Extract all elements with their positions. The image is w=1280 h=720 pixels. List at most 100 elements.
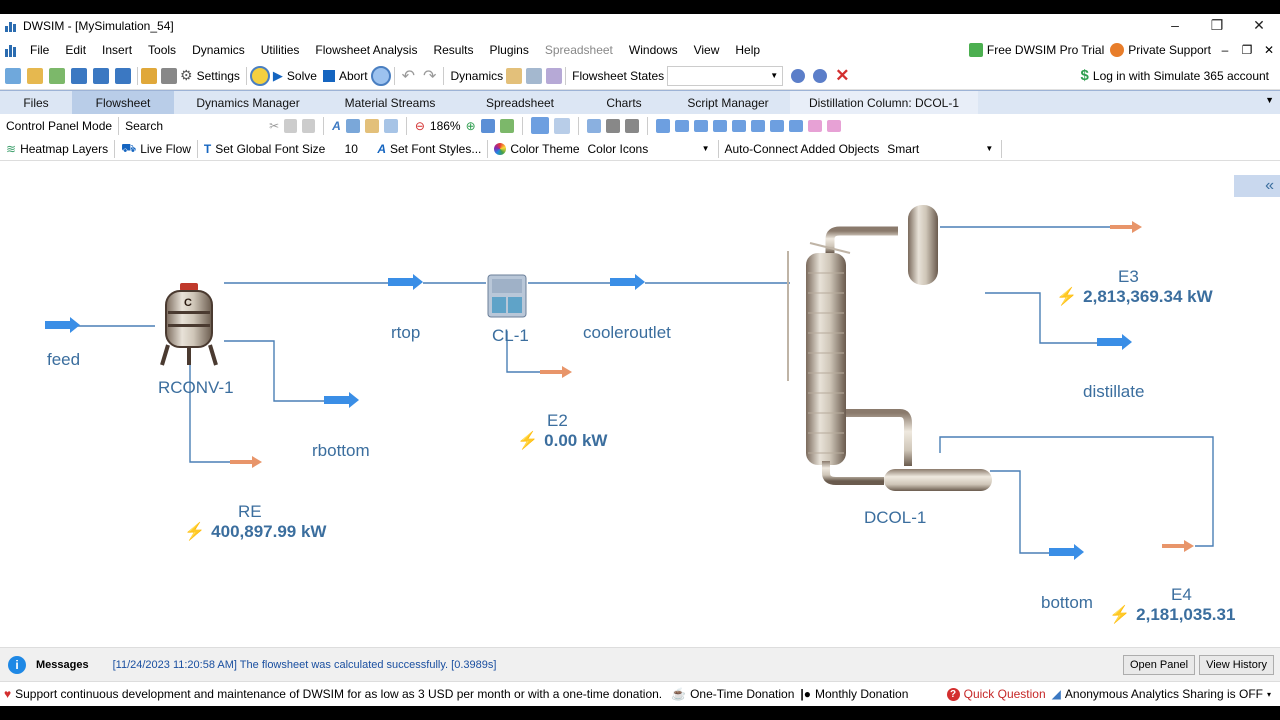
align-top-icon[interactable] xyxy=(731,119,746,132)
one-time-donation-link[interactable]: ☕ One-Time Donation xyxy=(668,687,797,701)
control-panel-mode-toggle[interactable]: Control Panel Mode xyxy=(0,119,115,133)
menu-insert[interactable]: Insert xyxy=(94,43,140,57)
flowsheet-canvas[interactable]: « C feed RCONV-1 rtop CL-1 cooleroutlet … xyxy=(0,161,1280,647)
font-size-value[interactable]: 10 xyxy=(328,142,374,156)
new-file-icon[interactable] xyxy=(5,67,21,84)
snap-grid-icon[interactable] xyxy=(553,117,570,134)
mdi-close-button[interactable]: ✕ xyxy=(1258,43,1280,57)
stream-label-feed[interactable]: feed xyxy=(47,350,80,370)
menu-plugins[interactable]: Plugins xyxy=(481,43,536,57)
analytics-toggle[interactable]: ◢ Anonymous Analytics Sharing is OFF ▾ xyxy=(1049,687,1274,701)
text-icon[interactable]: A xyxy=(332,119,341,133)
open-folder-icon[interactable] xyxy=(27,67,43,84)
autoconnect-select[interactable]: Smart ▼ xyxy=(882,138,999,159)
search-input[interactable] xyxy=(166,116,263,135)
align-right-icon[interactable] xyxy=(712,119,727,132)
load-state-icon[interactable] xyxy=(813,68,828,83)
menu-utilities[interactable]: Utilities xyxy=(253,43,308,57)
stream-label-rtop[interactable]: rtop xyxy=(391,323,420,343)
stream-label-bottom[interactable]: bottom xyxy=(1041,593,1093,613)
menu-spreadsheet[interactable]: Spreadsheet xyxy=(537,43,621,57)
zoom-default-icon[interactable] xyxy=(499,118,514,133)
tab-distillation-column[interactable]: Distillation Column: DCOL-1 xyxy=(790,91,978,114)
integrator-icon[interactable] xyxy=(506,67,523,84)
schedule-icon[interactable] xyxy=(526,67,543,84)
energy-label-e4[interactable]: E4 xyxy=(1171,585,1192,605)
set-font-styles-button[interactable]: A Set Font Styles... xyxy=(374,142,484,156)
pause-calc-icon[interactable] xyxy=(249,65,270,86)
tab-spreadsheet[interactable]: Spreadsheet xyxy=(458,91,582,114)
redo-icon[interactable]: ↷ xyxy=(423,66,436,86)
menu-flowsheet-analysis[interactable]: Flowsheet Analysis xyxy=(307,43,425,57)
menu-edit[interactable]: Edit xyxy=(57,43,94,57)
align-icon[interactable] xyxy=(655,118,670,133)
tab-files[interactable]: Files xyxy=(0,91,72,114)
info-calc-icon[interactable] xyxy=(370,65,391,86)
table-icon[interactable] xyxy=(345,118,360,133)
menu-help[interactable]: Help xyxy=(727,43,768,57)
print-setup-icon[interactable] xyxy=(624,118,639,133)
energy-label-re[interactable]: RE xyxy=(238,502,262,522)
menu-results[interactable]: Results xyxy=(425,43,481,57)
menu-dynamics[interactable]: Dynamics xyxy=(184,43,253,57)
menu-file[interactable]: File xyxy=(22,43,57,57)
tabs-dropdown-icon[interactable]: ▼ xyxy=(1265,95,1274,105)
color-theme-select[interactable]: Color Icons ▼ xyxy=(582,138,715,159)
tab-charts[interactable]: Charts xyxy=(582,91,666,114)
tab-script-manager[interactable]: Script Manager xyxy=(666,91,790,114)
print-icon[interactable] xyxy=(605,118,620,133)
live-flow-button[interactable]: ⛟ Live Flow xyxy=(118,141,194,157)
unit-label-cl[interactable]: CL-1 xyxy=(492,326,529,346)
export-pdf-icon[interactable] xyxy=(586,118,601,133)
close-button[interactable]: ✕ xyxy=(1238,14,1280,38)
save-icon[interactable] xyxy=(71,67,87,84)
zoom-in-icon[interactable]: ⊕ xyxy=(466,119,476,133)
align-left-icon[interactable] xyxy=(674,119,689,132)
unit-label-dcol[interactable]: DCOL-1 xyxy=(864,508,926,528)
menu-view[interactable]: View xyxy=(686,43,728,57)
zoom-out-icon[interactable]: ⊖ xyxy=(415,119,425,133)
mdi-restore-button[interactable]: ❐ xyxy=(1236,43,1258,57)
menu-windows[interactable]: Windows xyxy=(621,43,686,57)
cut-icon[interactable]: ✂ xyxy=(269,119,279,133)
abort-button[interactable]: Abort xyxy=(320,69,371,83)
minimize-button[interactable]: – xyxy=(1154,14,1196,38)
settings-button[interactable]: ⚙ Settings xyxy=(177,67,243,84)
tab-dynamics-manager[interactable]: Dynamics Manager xyxy=(174,91,322,114)
private-support-link[interactable]: Private Support xyxy=(1107,43,1214,57)
open-panel-button[interactable]: Open Panel xyxy=(1122,654,1196,675)
solve-button[interactable]: ▶ Solve xyxy=(270,68,320,84)
dynamics-button[interactable]: Dynamics xyxy=(447,69,506,83)
save-state-icon[interactable] xyxy=(791,68,806,83)
unit-label-rconv[interactable]: RCONV-1 xyxy=(158,378,234,398)
undo-icon[interactable]: ↶ xyxy=(402,66,415,86)
align-center-icon[interactable] xyxy=(693,119,708,132)
stream-label-cooleroutlet[interactable]: cooleroutlet xyxy=(583,323,671,343)
heatmap-layers-button[interactable]: ≋ Heatmap Layers xyxy=(0,142,111,156)
view-history-button[interactable]: View History xyxy=(1199,654,1274,675)
distribute-h-icon[interactable] xyxy=(807,119,822,132)
chart-icon[interactable] xyxy=(546,67,563,84)
grid-on-icon[interactable] xyxy=(530,117,549,134)
chart-insert-icon[interactable] xyxy=(383,118,398,133)
delete-state-icon[interactable]: ✕ xyxy=(835,66,849,86)
distribute-v-icon[interactable] xyxy=(826,119,841,132)
save-all-icon[interactable] xyxy=(93,67,109,84)
robot-icon[interactable] xyxy=(161,67,177,84)
tab-material-streams[interactable]: Material Streams xyxy=(322,91,458,114)
mdi-minimize-button[interactable]: – xyxy=(1214,43,1236,57)
save-as-icon[interactable] xyxy=(115,67,131,84)
set-global-font-button[interactable]: T Set Global Font Size xyxy=(201,142,328,156)
edit-properties-icon[interactable] xyxy=(141,67,157,84)
login-simulate365-button[interactable]: $ Log in with Simulate 365 account xyxy=(1078,67,1272,84)
maximize-button[interactable]: ❐ xyxy=(1196,14,1238,38)
align-bottom-icon[interactable] xyxy=(769,119,784,132)
energy-label-e3[interactable]: E3 xyxy=(1118,267,1139,287)
copy-icon[interactable] xyxy=(284,118,298,133)
stream-label-rbottom[interactable]: rbottom xyxy=(312,441,370,461)
menu-tools[interactable]: Tools xyxy=(140,43,184,57)
monthly-donation-link[interactable]: |● Monthly Donation xyxy=(797,687,911,701)
paste-icon[interactable] xyxy=(302,118,316,133)
pro-trial-link[interactable]: Free DWSIM Pro Trial xyxy=(966,43,1107,57)
quick-question-link[interactable]: ? Quick Question xyxy=(944,687,1049,701)
